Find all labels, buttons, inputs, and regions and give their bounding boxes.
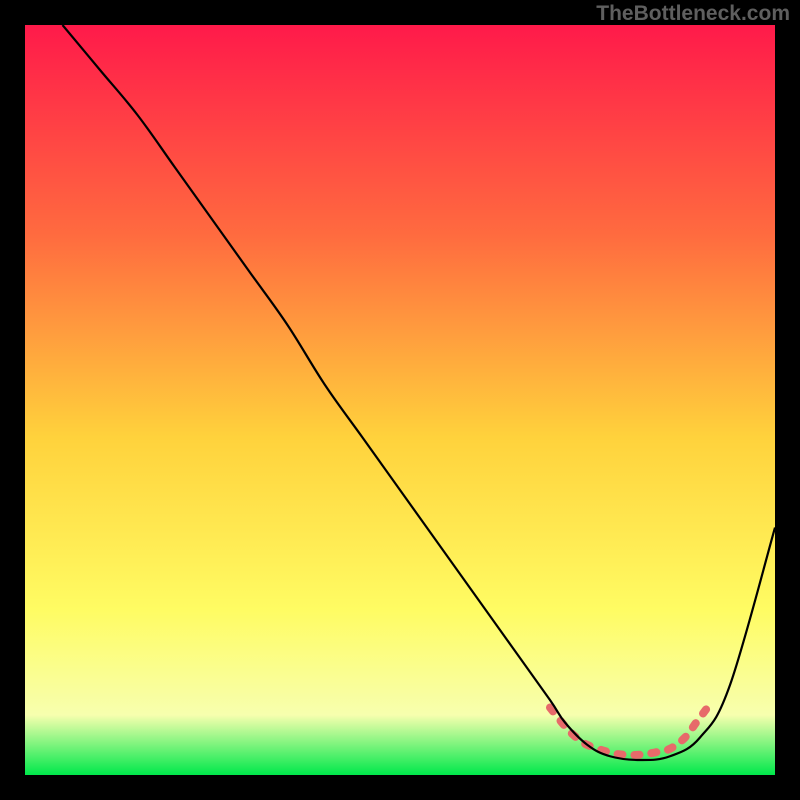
curve-layer [25, 25, 775, 775]
attribution-text: TheBottleneck.com [596, 2, 790, 26]
plot-area [25, 25, 775, 775]
chart-container: TheBottleneck.com [0, 0, 800, 800]
bottleneck-curve [63, 25, 776, 760]
